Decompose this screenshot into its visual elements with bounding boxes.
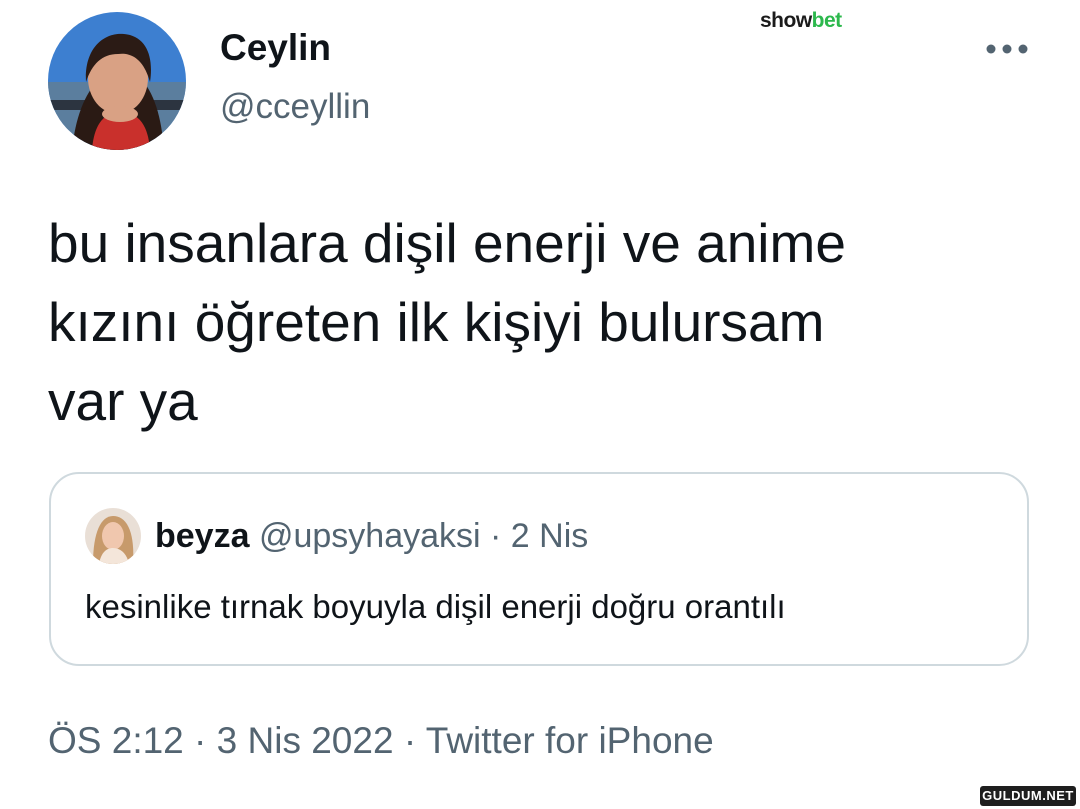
profile-photo-image <box>48 12 186 150</box>
tweet-source-link[interactable]: Twitter for iPhone <box>426 720 714 761</box>
quote-author-name[interactable]: beyza <box>155 517 250 555</box>
profile-photo-image <box>85 508 141 564</box>
tweet-text: bu insanlara dişil enerji ve anime kızın… <box>48 212 846 432</box>
meta-separator: · <box>183 720 217 761</box>
more-horizontal-icon <box>986 44 1028 54</box>
quote-header: beyza @upsyhayaksi · 2 Nis <box>155 516 588 556</box>
quoted-tweet-card[interactable]: beyza @upsyhayaksi · 2 Nis kesinlike tır… <box>49 472 1029 666</box>
watermark-part-1: show <box>760 9 812 32</box>
author-handle[interactable]: @cceyllin <box>220 86 370 128</box>
more-options-button[interactable] <box>982 32 1032 66</box>
tweet-time[interactable]: ÖS 2:12 <box>48 720 184 761</box>
author-avatar[interactable] <box>48 12 186 150</box>
tweet-date[interactable]: 3 Nis 2022 <box>217 720 394 761</box>
guldum-watermark: GULDUM.NET <box>980 786 1076 806</box>
watermark-part-2: bet <box>811 9 843 32</box>
meta-separator: · <box>393 720 426 761</box>
quote-text: kesinlike tırnak boyuyla dişil enerji do… <box>85 588 786 625</box>
showbet-watermark: showbet <box>760 8 842 34</box>
quote-author-avatar[interactable] <box>85 508 141 564</box>
tweet-footer-meta: ÖS 2:12 · 3 Nis 2022 · Twitter for iPhon… <box>48 718 714 764</box>
author-display-name[interactable]: Ceylin <box>220 26 331 70</box>
quote-author-meta: @upsyhayaksi · 2 Nis <box>258 517 589 555</box>
